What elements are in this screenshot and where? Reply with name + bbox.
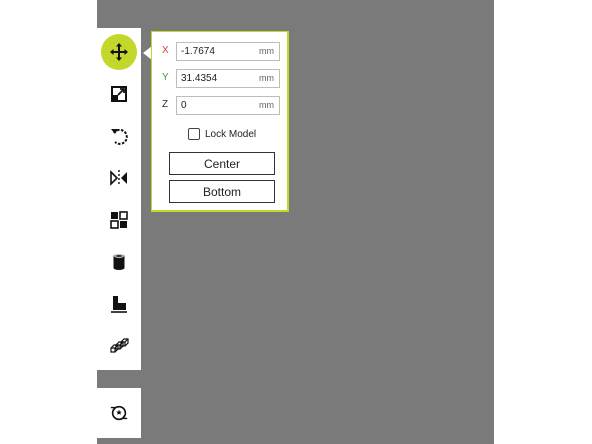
mirror-tool-button[interactable] (101, 160, 137, 196)
center-button[interactable]: Center (169, 152, 275, 175)
x-position-value: -1.7674 (181, 46, 215, 57)
extensions-button[interactable] (101, 395, 137, 431)
arrange-tool-button[interactable] (101, 328, 137, 364)
y-axis-row: Y 31.4354 mm (162, 69, 282, 89)
move-tool-button[interactable] (101, 34, 137, 70)
scale-icon (111, 86, 127, 102)
rotate-icon (111, 128, 128, 145)
extensions-icon (110, 405, 128, 421)
z-position-input[interactable]: 0 mm (176, 96, 280, 115)
z-position-value: 0 (181, 100, 187, 111)
x-position-input[interactable]: -1.7674 mm (176, 42, 280, 61)
lay-flat-tool-button[interactable] (101, 286, 137, 322)
z-position-unit: mm (259, 100, 274, 110)
z-axis-row: Z 0 mm (162, 96, 282, 116)
scale-tool-button[interactable] (101, 76, 137, 112)
support-blocker-tool-button[interactable] (101, 244, 137, 280)
x-axis-label: X (162, 45, 169, 56)
y-position-input[interactable]: 31.4354 mm (176, 69, 280, 88)
lock-model-option[interactable]: Lock Model (188, 126, 288, 142)
x-position-unit: mm (259, 46, 274, 56)
lock-model-checkbox[interactable] (188, 128, 200, 140)
lock-model-label: Lock Model (205, 128, 257, 140)
arrange-icon (110, 338, 129, 353)
z-axis-label: Z (162, 99, 169, 110)
y-position-value: 31.4354 (181, 73, 218, 84)
rotate-tool-button[interactable] (101, 118, 137, 154)
tool-sidebar (97, 28, 141, 370)
per-model-settings-icon (110, 211, 128, 229)
lay-flat-icon (111, 296, 127, 313)
per-model-settings-tool-button[interactable] (101, 202, 137, 238)
bottom-tool-container (97, 388, 141, 438)
x-axis-row: X -1.7674 mm (162, 42, 282, 62)
bottom-button[interactable]: Bottom (169, 180, 275, 203)
y-axis-label: Y (162, 72, 169, 83)
move-settings-panel: X -1.7674 mm Y 31.4354 mm Z 0 mm Lock Mo… (151, 31, 289, 212)
move-icon (110, 43, 128, 61)
mirror-icon (110, 170, 127, 186)
y-position-unit: mm (259, 73, 274, 83)
support-blocker-icon (113, 254, 125, 270)
